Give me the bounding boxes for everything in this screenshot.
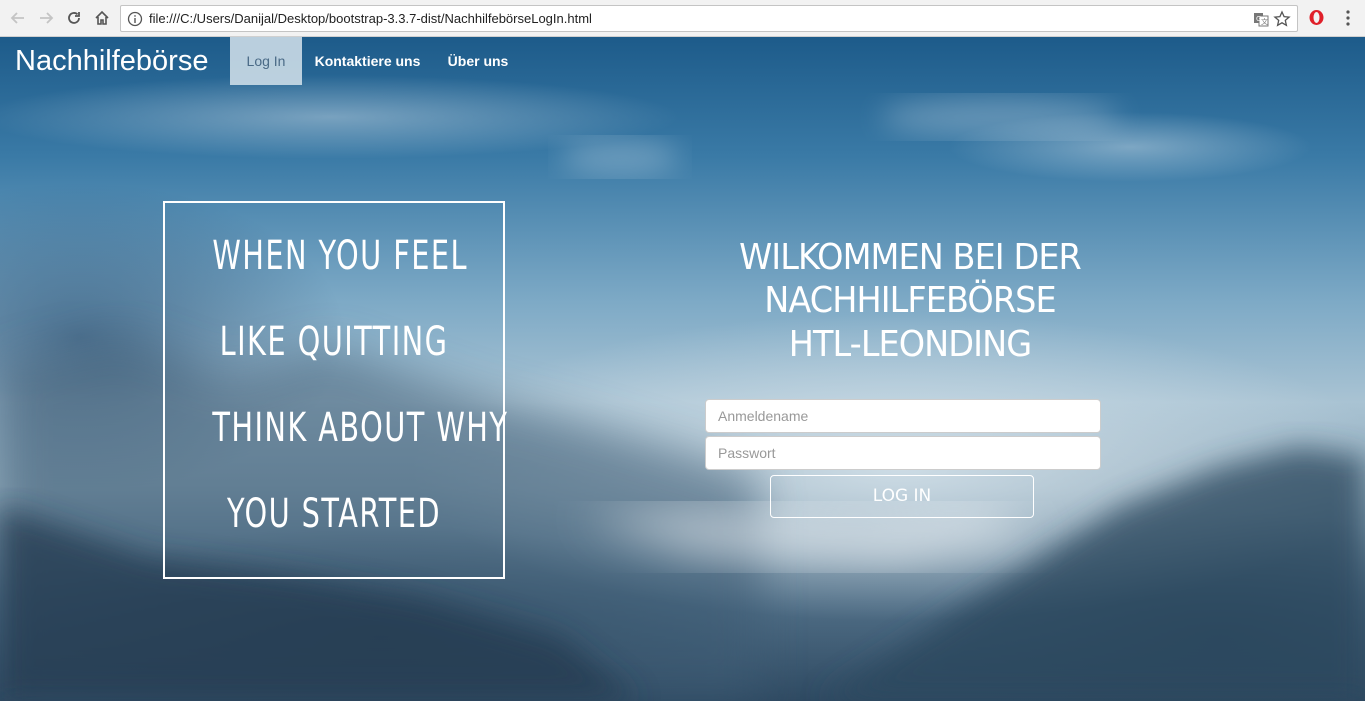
reload-icon[interactable] [64,8,84,28]
quote-line: YOU STARTED [227,491,441,537]
brand-logo[interactable]: Nachhilfebörse [15,45,208,78]
nav-contact[interactable]: Kontaktiere uns [302,37,433,85]
opera-icon[interactable] [1308,9,1325,26]
star-icon[interactable] [1273,10,1291,28]
username-input[interactable] [705,399,1101,433]
welcome-line: HTL-LEONDING [788,324,1032,365]
back-arrow-icon[interactable] [8,8,28,28]
welcome-line: NACHHILFEBÖRSE [764,280,1056,321]
quote-line: WHEN YOU FEEL [212,233,468,279]
kebab-menu-icon[interactable] [1343,9,1353,27]
nav-login[interactable]: Log In [230,37,302,85]
url-text[interactable]: file:///C:/Users/Danijal/Desktop/bootstr… [149,11,592,26]
home-icon[interactable] [92,8,112,28]
login-button[interactable]: LOG IN [770,475,1034,518]
quote-box: WHEN YOU FEEL LIKE QUITTING THINK ABOUT … [163,201,509,579]
password-input[interactable] [705,436,1101,470]
welcome-line: WILKOMMEN BEI DER [739,237,1082,278]
info-icon[interactable] [127,11,143,27]
translate-icon[interactable]: G文 [1253,11,1269,27]
quote-line: THINK ABOUT WHY [212,405,509,451]
page-background: Nachhilfebörse Log In Kontaktiere uns Üb… [0,37,1365,701]
nav-about[interactable]: Über uns [433,37,523,85]
forward-arrow-icon[interactable] [36,8,56,28]
svg-text:文: 文 [1261,17,1268,26]
top-navbar: Nachhilfebörse Log In Kontaktiere uns Üb… [0,37,1365,85]
quote-line: LIKE QUITTING [219,319,449,365]
address-bar[interactable]: file:///C:/Users/Danijal/Desktop/bootstr… [120,5,1298,32]
browser-toolbar: file:///C:/Users/Danijal/Desktop/bootstr… [0,0,1365,37]
